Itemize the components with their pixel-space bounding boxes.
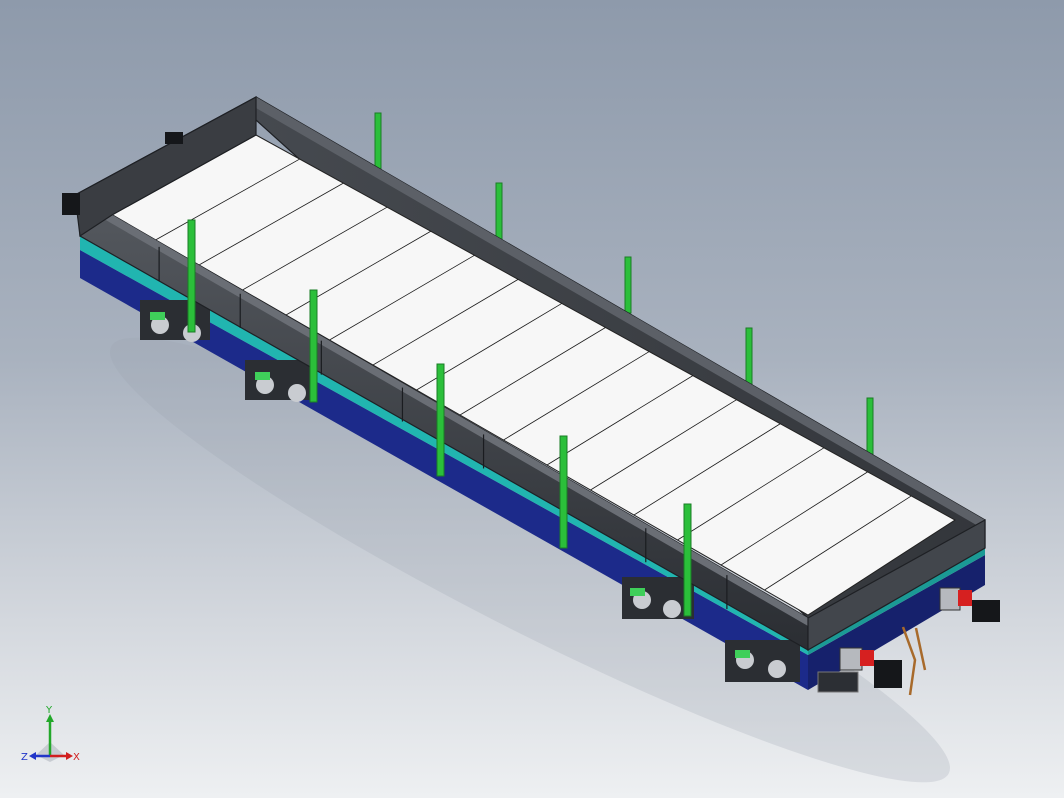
wagon-model[interactable]: Y X Z	[0, 0, 1064, 798]
bogie-right-rear	[725, 640, 800, 682]
triad-x-label: X	[73, 752, 80, 763]
3d-viewport[interactable]: Y X Z	[0, 0, 1064, 798]
bogie-right-front	[622, 577, 694, 619]
triad-z-label: Z	[21, 752, 28, 763]
view-triad[interactable]: Y X Z	[21, 705, 80, 763]
triad-y-label: Y	[45, 705, 53, 716]
bogie-left-rear	[245, 360, 315, 402]
triad-z-arrow-icon	[29, 752, 36, 760]
coupler-right	[939, 587, 1000, 622]
step-grille	[817, 671, 859, 693]
triad-x-arrow-icon	[66, 752, 73, 760]
bogie-left-front	[140, 300, 210, 342]
brake-chain	[901, 626, 927, 696]
